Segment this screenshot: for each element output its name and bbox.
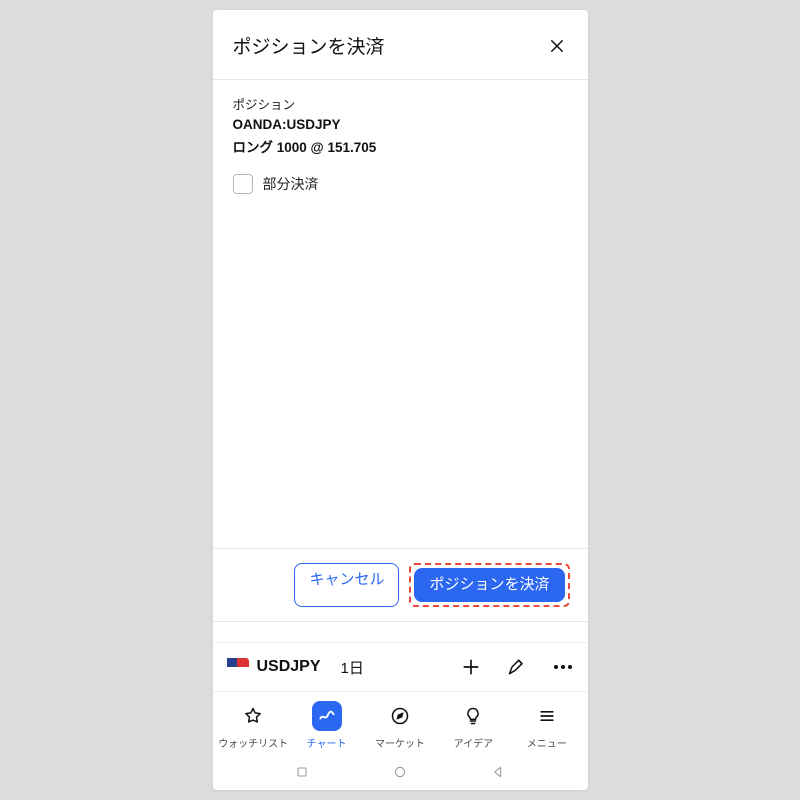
position-heading: ポジション [233,94,568,113]
close-button[interactable] [546,35,568,57]
plus-icon [461,657,481,677]
cancel-button[interactable]: キャンセル [294,563,399,608]
lightbulb-icon [463,706,483,726]
tutorial-highlight: ポジションを決済 [409,563,569,608]
tab-label: チャート [307,735,347,750]
triangle-back-icon [490,764,506,780]
tab-label: マーケット [375,735,425,750]
tab-label: ウォッチリスト [218,735,288,750]
add-button[interactable] [460,656,482,678]
position-detail: ロング 1000 @ 151.705 [233,136,568,156]
tab-watchlist[interactable]: ウォッチリスト [217,701,290,750]
draw-button[interactable] [506,656,528,678]
android-nav-bar [213,754,588,790]
chart-line-icon [317,706,337,726]
star-icon [243,706,263,726]
more-icon [554,665,572,669]
compass-icon [390,706,410,726]
square-icon [294,764,310,780]
dialog-header: ポジションを決済 [213,10,588,79]
pencil-icon [507,657,527,677]
toolbar-actions [460,656,574,678]
phone-frame: XBTUSD.P DJI ポジションを決済 ポジション [213,10,588,790]
chart-toolbar: USDJPY 1日 [213,642,588,692]
circle-icon [392,764,408,780]
tab-label: アイデア [454,735,494,750]
toolbar-symbol[interactable]: USDJPY [257,658,321,676]
toolbar-timeframe[interactable]: 1日 [341,657,364,678]
tab-chart[interactable]: チャート [290,701,363,750]
dialog-title: ポジションを決済 [233,32,385,59]
partial-close-row[interactable]: 部分決済 [233,174,568,194]
partial-close-label: 部分決済 [263,174,319,194]
tab-idea[interactable]: アイデア [437,701,510,750]
dialog-footer: キャンセル ポジションを決済 [213,548,588,622]
close-icon [548,37,566,55]
tab-market[interactable]: マーケット [363,701,436,750]
nav-home-button[interactable] [391,763,409,781]
nav-recent-button[interactable] [293,763,311,781]
more-button[interactable] [552,656,574,678]
confirm-close-button[interactable]: ポジションを決済 [414,568,564,603]
bottom-tab-bar: ウォッチリスト チャート マーケット [213,692,588,754]
close-position-dialog: ポジションを決済 ポジション OANDA:USDJPY ロング 1000 @ 1… [213,10,588,622]
hamburger-icon [537,706,557,726]
tab-menu[interactable]: メニュー [510,701,583,750]
tab-label: メニュー [527,735,567,750]
dialog-body: ポジション OANDA:USDJPY ロング 1000 @ 151.705 部分… [213,80,588,548]
partial-close-checkbox[interactable] [233,174,253,194]
nav-back-button[interactable] [489,763,507,781]
position-symbol: OANDA:USDJPY [233,117,568,132]
flag-icon [227,658,249,676]
